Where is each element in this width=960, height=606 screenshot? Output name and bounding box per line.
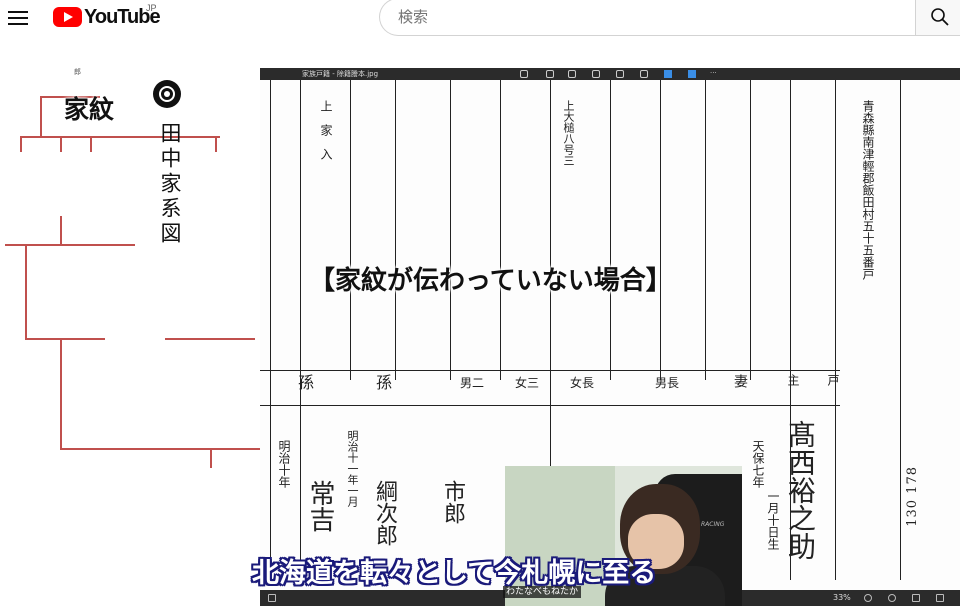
tree-line	[165, 338, 255, 340]
doc-column-text: 天保七年	[751, 440, 765, 488]
video-player[interactable]: 郎 家紋 田中家系図 家族戸籍 - 除籍謄本.jpg ··· 上 家 入 上大槌…	[0, 36, 960, 606]
speaker-label: わたなべもねたか	[503, 586, 582, 598]
tree-top-label: 郎	[74, 68, 81, 76]
zoom-out-icon[interactable]	[864, 594, 872, 602]
viewer-toolbar: 家族戸籍 - 除籍謄本.jpg ···	[260, 68, 960, 80]
more-icon[interactable]: ···	[710, 70, 718, 78]
filmstrip-icon[interactable]	[268, 594, 276, 602]
tree-line	[40, 96, 42, 136]
doc-right-block: 青森縣南津輕郡飯田村五十五番戸	[861, 100, 875, 280]
app-icon[interactable]	[664, 70, 672, 78]
caption-top: 【家紋が伝わっていない場合】	[309, 266, 672, 296]
zoom-in-icon[interactable]	[888, 594, 896, 602]
doc-header-col: 男二	[460, 376, 485, 390]
favorite-icon[interactable]	[592, 70, 600, 78]
tree-line	[60, 448, 260, 450]
region-code: JP	[146, 3, 157, 13]
doc-column-text: 上大槌八号三	[562, 100, 575, 166]
subtitle-caption: 北海道を転々として今札幌に至る	[252, 558, 657, 589]
doc-header-col: 妻	[732, 374, 748, 388]
doc-header-col: 孫	[373, 374, 392, 390]
tree-line	[20, 136, 220, 138]
fit-icon[interactable]	[912, 594, 920, 602]
tree-line	[60, 136, 62, 152]
menu-icon[interactable]	[8, 8, 28, 28]
doc-header-col: 戸	[826, 374, 840, 386]
doc-header-col: 女長	[570, 376, 595, 390]
viewer-title: 家族戸籍 - 除籍謄本.jpg	[302, 70, 379, 78]
tree-line	[25, 244, 27, 339]
delete-icon[interactable]	[568, 70, 576, 78]
play-logo-icon	[53, 7, 82, 27]
share-icon[interactable]	[640, 70, 648, 78]
edit-icon[interactable]	[520, 70, 528, 78]
search-box	[379, 0, 915, 36]
info-icon[interactable]	[616, 70, 624, 78]
chair-brand: RACING	[701, 521, 725, 528]
doc-name: 綱次郎	[372, 480, 397, 546]
document-number: 130 178	[905, 466, 920, 527]
doc-header-col: 孫	[295, 374, 314, 390]
tree-line	[25, 338, 105, 340]
doc-column-text: 明治十年	[277, 440, 291, 488]
tree-line	[20, 136, 22, 152]
fullscreen-icon[interactable]	[936, 594, 944, 602]
zoom-level: 33%	[833, 593, 851, 602]
search-input[interactable]	[396, 7, 900, 27]
doc-name: 市郎	[440, 480, 465, 524]
doc-column-text: 一月十日生	[766, 490, 780, 550]
doc-header-col: 女三	[515, 376, 540, 390]
tree-line	[90, 136, 92, 152]
doc-header-col: 主	[786, 374, 800, 386]
family-crest-icon	[153, 80, 181, 108]
family-tree-slide: 郎 家紋 田中家系図	[0, 36, 270, 606]
search-button[interactable]	[915, 0, 960, 36]
youtube-logo[interactable]: YouTube	[53, 6, 161, 28]
kamon-title: 家紋	[64, 95, 115, 124]
doc-name: 常吉	[305, 480, 335, 532]
draw-icon[interactable]	[546, 70, 554, 78]
tree-line	[215, 136, 217, 152]
family-tree-title: 田中家系図	[158, 122, 182, 247]
householder-name: 髙西裕之助	[784, 420, 817, 560]
doc-header-col: 男長	[655, 376, 680, 390]
doc-column-text: 明治十一年一月	[346, 430, 359, 507]
tree-line	[210, 448, 212, 468]
tree-line	[60, 338, 62, 448]
masthead: YouTube JP	[0, 0, 960, 36]
doc-column-text: 上 家 入	[319, 100, 333, 160]
app-icon[interactable]	[688, 70, 696, 78]
tree-line	[60, 216, 62, 246]
search-icon	[931, 8, 949, 26]
